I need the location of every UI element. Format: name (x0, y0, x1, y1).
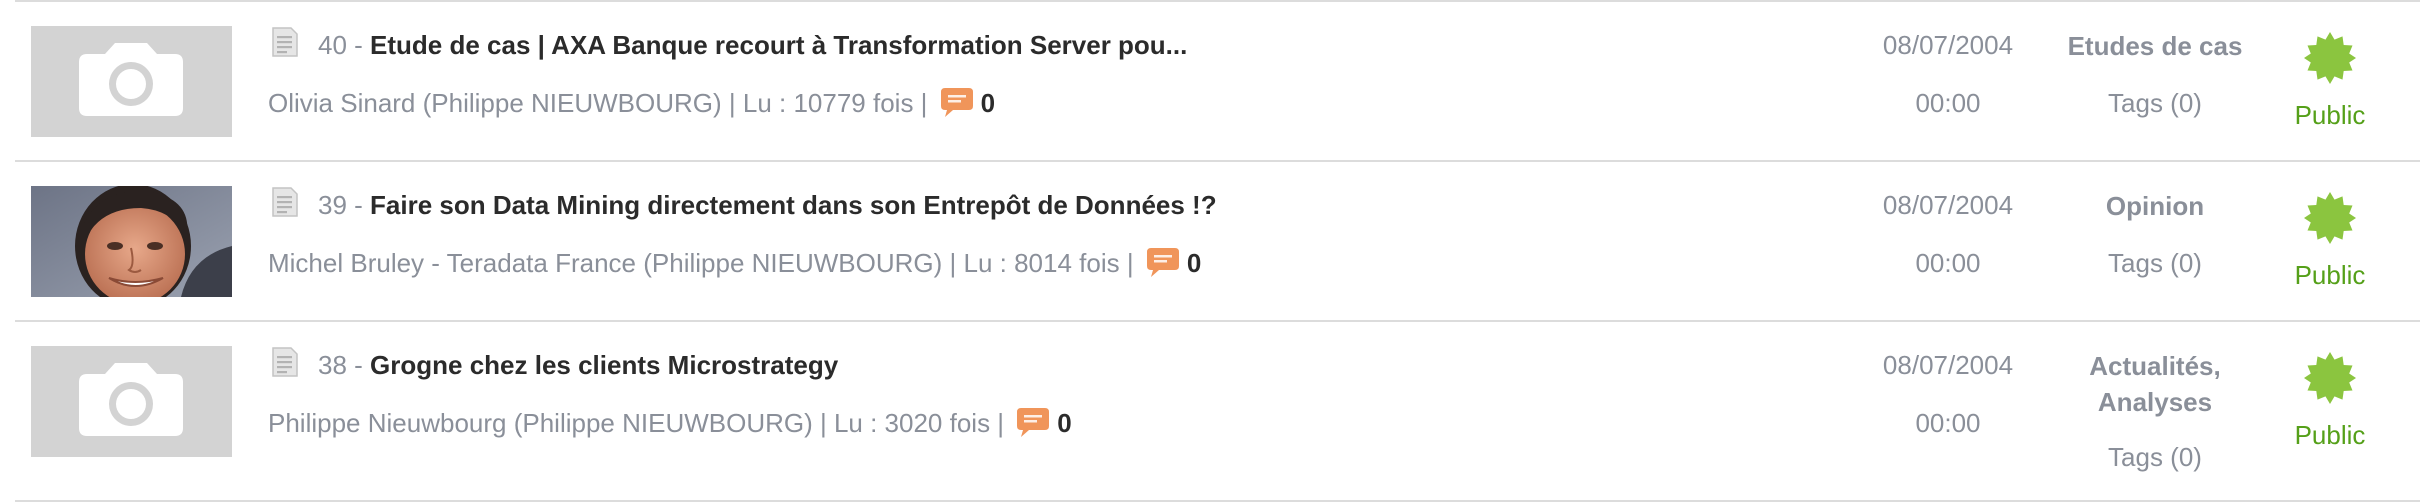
divider (15, 500, 2420, 502)
author-and-views: Philippe Nieuwbourg (Philippe NIEUWBOURG… (268, 408, 1005, 438)
category-line: Analyses (2097, 387, 2213, 417)
status-label: Public (2294, 260, 2366, 290)
status-label: Public (2294, 100, 2366, 130)
article-list: 40 - Etude de cas | AXA Banque recourt à… (0, 0, 2420, 504)
published-badge-icon (2302, 30, 2358, 86)
title-separator: - (346, 30, 371, 60)
title-separator: - (346, 350, 371, 380)
article-number: 39 (318, 190, 347, 220)
comment-count[interactable]: 0 (1187, 248, 1201, 278)
article-title-line: 40 - Etude de cas | AXA Banque recourt à… (318, 28, 1187, 62)
article-title-line: 38 - Grogne chez les clients Microstrate… (318, 348, 838, 382)
article-meta: Philippe Nieuwbourg (Philippe NIEUWBOURG… (268, 406, 1072, 440)
comment-bubble-icon[interactable] (1015, 406, 1051, 438)
article-meta: Olivia Sinard (Philippe NIEUWBOURG) | Lu… (268, 86, 995, 120)
document-icon (272, 187, 298, 217)
published-badge-icon (2302, 350, 2358, 406)
camera-icon (31, 346, 232, 457)
article-time: 00:00 (1915, 248, 1981, 278)
article-thumbnail[interactable] (31, 26, 232, 137)
article-date: 08/07/2004 (1882, 190, 2014, 220)
tags-link[interactable]: Tags (0) (2060, 246, 2250, 280)
comment-bubble-icon[interactable] (939, 86, 975, 118)
article-title-line: 39 - Faire son Data Mining directement d… (318, 188, 1217, 222)
article-meta: Michel Bruley - Teradata France (Philipp… (268, 246, 1201, 280)
article-row: 39 - Faire son Data Mining directement d… (0, 162, 2420, 320)
tags-link[interactable]: Tags (0) (2060, 86, 2250, 120)
article-title-link[interactable]: Grogne chez les clients Microstrategy (370, 350, 838, 380)
camera-icon (31, 26, 232, 137)
comment-bubble-icon[interactable] (1145, 246, 1181, 278)
tags-link[interactable]: Tags (0) (2060, 440, 2250, 474)
category-link[interactable]: Opinion (2060, 188, 2250, 224)
author-photo[interactable] (31, 186, 232, 297)
document-icon (272, 347, 298, 377)
author-and-views: Michel Bruley - Teradata France (Philipp… (268, 248, 1134, 278)
author-and-views: Olivia Sinard (Philippe NIEUWBOURG) | Lu… (268, 88, 928, 118)
article-row: 40 - Etude de cas | AXA Banque recourt à… (0, 2, 2420, 160)
article-number: 38 (318, 350, 347, 380)
category-link[interactable]: Etudes de cas (2060, 28, 2250, 64)
status-label: Public (2294, 420, 2366, 450)
category-link[interactable]: Actualités, Analyses (2060, 348, 2250, 420)
category-line: Actualités, (2089, 351, 2221, 381)
article-title-link[interactable]: Faire son Data Mining directement dans s… (370, 190, 1217, 220)
document-icon (272, 27, 298, 57)
article-title-link[interactable]: Etude de cas | AXA Banque recourt à Tran… (370, 30, 1187, 60)
title-separator: - (346, 190, 371, 220)
article-thumbnail[interactable] (31, 346, 232, 457)
comment-count[interactable]: 0 (1057, 408, 1071, 438)
published-badge-icon (2302, 190, 2358, 246)
article-time: 00:00 (1915, 408, 1981, 438)
comment-count[interactable]: 0 (981, 88, 995, 118)
article-time: 00:00 (1915, 88, 1981, 118)
article-date: 08/07/2004 (1882, 350, 2014, 380)
article-date: 08/07/2004 (1882, 30, 2014, 60)
article-number: 40 (318, 30, 347, 60)
article-row: 38 - Grogne chez les clients Microstrate… (0, 322, 2420, 480)
